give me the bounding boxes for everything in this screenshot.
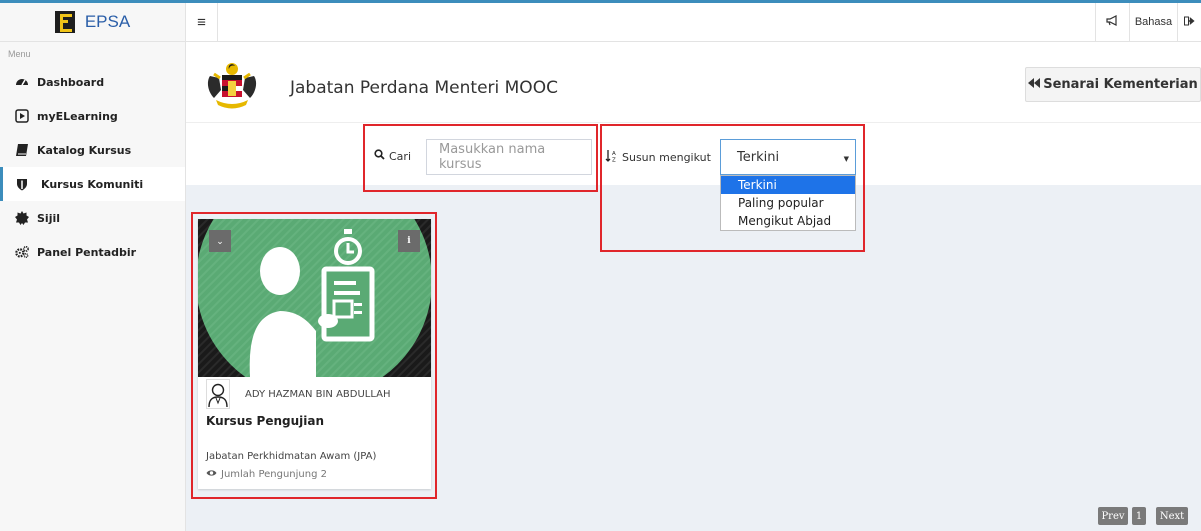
cogs-icon [15, 245, 29, 259]
sort-highlight-box [600, 124, 865, 252]
language-button[interactable]: Bahasa [1129, 3, 1177, 41]
sidebar-item-sijil[interactable]: Sijil [0, 201, 185, 235]
sidebar-item-katalog-kursus[interactable]: Katalog Kursus [0, 133, 185, 167]
sidebar-item-myelearning[interactable]: myELearning [0, 99, 185, 133]
page-header: Jabatan Perdana Menteri MOOC Senarai Kem… [186, 42, 1201, 122]
play-square-icon [15, 109, 29, 123]
announcement-button[interactable] [1095, 3, 1129, 41]
pagination-prev-button[interactable]: Prev [1098, 507, 1128, 525]
pagination-next-button[interactable]: Next [1156, 507, 1188, 525]
bullhorn-icon [1106, 15, 1119, 29]
certificate-icon [15, 211, 29, 225]
topbar-right-controls: Bahasa [1095, 3, 1201, 41]
senarai-kementerian-button[interactable]: Senarai Kementerian [1025, 67, 1201, 102]
search-highlight-box [363, 124, 598, 192]
senarai-kementerian-label: Senarai Kementerian [1043, 77, 1198, 92]
sidebar-menu-header: Menu [8, 49, 31, 59]
sidebar-item-label: myELearning [37, 109, 118, 123]
pagination-page-1[interactable]: 1 [1132, 507, 1146, 525]
epsa-logo-icon [54, 11, 75, 33]
book-icon [15, 143, 29, 157]
tachometer-icon [15, 75, 29, 89]
logout-button[interactable] [1177, 3, 1201, 41]
double-chevron-left-icon [1028, 78, 1041, 91]
sidebar-item-label: Katalog Kursus [37, 143, 132, 157]
sidebar-item-label: Panel Pentadbir [37, 245, 137, 259]
sidebar-item-kursus-komuniti[interactable]: Kursus Komuniti [0, 167, 185, 201]
sidebar-item-label: Kursus Komuniti [41, 177, 144, 191]
hamburger-menu-icon[interactable]: ≡ [186, 3, 218, 41]
top-navbar: ≡ Bahasa [186, 3, 1201, 42]
brand-name: EPSA [84, 12, 131, 31]
shield-icon [15, 177, 29, 191]
sign-out-icon [1184, 16, 1195, 29]
brand-logo[interactable]: EPSA [0, 3, 186, 42]
page-title: Jabatan Perdana Menteri MOOC [290, 78, 558, 98]
sidebar-item-label: Sijil [37, 211, 61, 225]
course-card-highlight-box [191, 212, 437, 499]
sidebar: Menu Dashboard myELearning Katalog Kursu… [0, 42, 186, 531]
malaysia-coat-of-arms-logo [202, 60, 262, 110]
sidebar-item-label: Dashboard [37, 75, 105, 89]
sidebar-item-panel-pentadbir[interactable]: Panel Pentadbir [0, 235, 185, 269]
sidebar-item-dashboard[interactable]: Dashboard [0, 65, 185, 99]
